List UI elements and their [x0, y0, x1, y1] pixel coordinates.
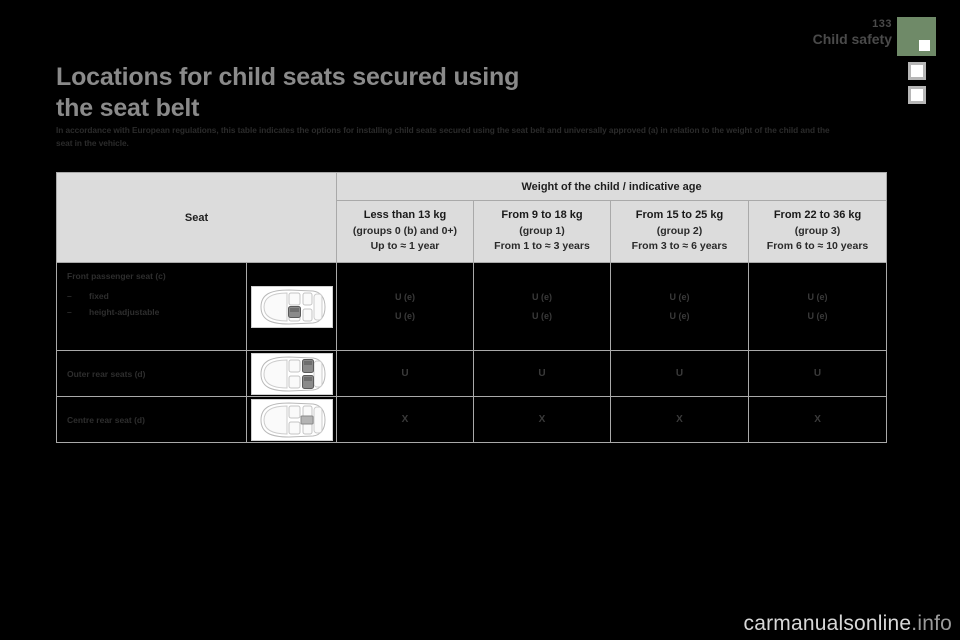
value-text: U	[675, 367, 684, 379]
header-col-age: From 6 to ≈ 10 years	[766, 239, 869, 252]
tab-inner-square	[919, 40, 930, 51]
page-title: Locations for child seats secured using …	[56, 62, 756, 123]
row-title: Outer rear seats (d)	[67, 368, 146, 379]
value-text: U (e)	[395, 292, 415, 303]
main-title-line2: the seat belt	[56, 93, 200, 122]
value-cell: X	[747, 396, 888, 444]
header-weight: Weight of the child / indicative age	[335, 172, 888, 201]
row-title: Front passenger seat (c)	[67, 271, 166, 282]
table-header-row-1: Seat Weight of the child / indicative ag…	[56, 171, 888, 264]
row-sub-item-label: fixed	[89, 291, 109, 302]
value-text: U (e)	[532, 292, 552, 303]
row-sub-item-label: height-adjustable	[89, 307, 160, 318]
child-seat-locations-table: Seat Weight of the child / indicative ag…	[56, 171, 888, 444]
header-col-group: (group 1)	[519, 224, 565, 237]
diagram-cell-front-passenger	[246, 262, 337, 352]
header-column-1: From 9 to 18 kg (group 1) From 1 to ≈ 3 …	[473, 199, 611, 264]
table-row: Outer rear seats (d) U U U U	[56, 350, 888, 398]
tab-inner-square-3	[911, 89, 923, 101]
value-cell: X	[610, 396, 749, 444]
value-text: U (e)	[669, 310, 690, 321]
header-col-kg: From 15 to 25 kg	[635, 209, 724, 221]
dash-bullet: –	[67, 291, 72, 302]
header-column-0: Less than 13 kg (groups 0 (b) and 0+) Up…	[336, 199, 474, 264]
value-cell: U	[473, 350, 611, 398]
watermark: carmanualsonline.info	[744, 612, 953, 636]
header-seat: Seat	[56, 171, 337, 264]
value-cell: U	[336, 350, 474, 398]
header-col-group: (groups 0 (b) and 0+)	[352, 224, 458, 237]
dash-bullet: –	[67, 307, 72, 318]
value-text: U	[813, 367, 822, 379]
value-text: U	[401, 367, 409, 379]
section-tab-marker-active	[897, 17, 936, 56]
value-cell: U	[747, 350, 888, 398]
car-top-view-front-passenger-icon	[250, 285, 333, 328]
header-column-3: From 22 to 36 kg (group 3) From 6 to ≈ 1…	[747, 199, 888, 264]
value-cell: U (e) U (e)	[747, 262, 888, 352]
section-tab-marker-3	[908, 86, 926, 104]
intro-paragraph: In accordance with European regulations,…	[56, 125, 830, 149]
value-cell: U	[610, 350, 749, 398]
row-label-centre-rear: Centre rear seat (d)	[56, 396, 247, 444]
diagram-cell-centre-rear	[246, 396, 337, 444]
value-cell: U (e) U (e)	[610, 262, 749, 352]
page-number: 133	[872, 18, 892, 30]
header-col-group: (group 2)	[656, 224, 703, 237]
car-top-view-outer-rear-icon	[250, 352, 333, 395]
header-col-kg: From 9 to 18 kg	[501, 209, 583, 221]
value-text: U (e)	[532, 310, 552, 321]
main-title-line1: Locations for child seats secured using	[56, 63, 520, 91]
watermark-dim: .info	[911, 612, 952, 635]
value-cell: U (e) U (e)	[336, 262, 474, 352]
watermark-strong: carmanualsonline	[743, 612, 912, 635]
value-cell: U (e) U (e)	[473, 262, 611, 352]
table-row: Centre rear seat (d) X X X X	[56, 396, 888, 444]
header-col-age: From 3 to ≈ 6 years	[631, 239, 728, 252]
header-col-age: From 1 to ≈ 3 years	[494, 239, 590, 252]
value-text: U	[538, 367, 546, 379]
value-text: U (e)	[807, 292, 828, 303]
header-col-kg: Less than 13 kg	[363, 209, 447, 221]
value-cell: X	[336, 396, 474, 444]
value-text: X	[401, 413, 409, 425]
diagram-cell-outer-rear	[246, 350, 337, 398]
row-label-front-passenger: Front passenger seat (c) – fixed – height-…	[56, 262, 247, 352]
value-cell: X	[473, 396, 611, 444]
car-top-view-centre-rear-icon	[250, 398, 333, 441]
header-col-kg: From 22 to 36 kg	[773, 209, 862, 221]
value-text: U (e)	[395, 310, 415, 321]
table-row: Front passenger seat (c) – fixed – height-…	[56, 262, 888, 352]
tab-inner-square-2	[911, 65, 923, 77]
row-label-outer-rear: Outer rear seats (d)	[56, 350, 247, 398]
value-text: U (e)	[669, 292, 690, 303]
page-header-text: 133 Child safety	[813, 18, 892, 47]
header-col-group: (group 3)	[794, 224, 841, 237]
main-title: Locations for child seats secured using …	[56, 62, 756, 123]
value-text: X	[538, 413, 546, 425]
section-tab-marker-2	[908, 62, 926, 80]
section-title: Child safety	[812, 30, 892, 47]
row-title: Centre rear seat (d)	[67, 414, 145, 425]
value-text: U (e)	[807, 310, 828, 321]
header-column-2: From 15 to 25 kg (group 2) From 3 to ≈ 6…	[610, 199, 749, 264]
value-text: X	[814, 413, 821, 425]
row-sub-item-height-adjustable: – height-adjustable	[67, 307, 236, 317]
row-sub-item-fixed: – fixed	[67, 291, 236, 301]
value-text: X	[676, 413, 683, 425]
header-col-age: Up to ≈ 1 year	[370, 239, 440, 252]
